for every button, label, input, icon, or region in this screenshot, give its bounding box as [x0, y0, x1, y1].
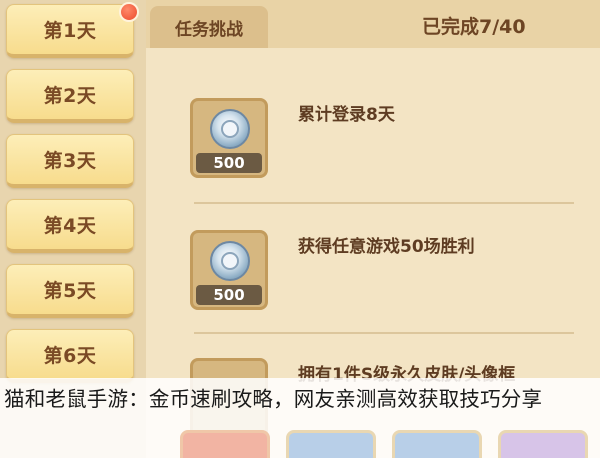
- day-tab-label: 第6天: [43, 345, 97, 367]
- reward-amount: 500: [196, 153, 262, 173]
- task-row: 500 累计登录8天: [186, 98, 586, 182]
- tab-label: 任务挑战: [175, 19, 243, 40]
- reward-amount: 500: [196, 285, 262, 305]
- day-tab-6[interactable]: 第6天: [6, 329, 134, 383]
- bottom-tile[interactable]: [498, 430, 588, 458]
- coin-icon: [210, 241, 250, 281]
- bottom-tile[interactable]: [180, 430, 270, 458]
- day-tab-4[interactable]: 第4天: [6, 199, 134, 253]
- day-tab-label: 第4天: [43, 215, 97, 237]
- task-row: 500 获得任意游戏50场胜利: [186, 230, 586, 314]
- day-tab-2[interactable]: 第2天: [6, 69, 134, 123]
- reward-icon[interactable]: 500: [190, 98, 268, 178]
- coin-icon: [210, 109, 250, 149]
- reward-icon[interactable]: 500: [190, 230, 268, 310]
- progress-counter: 已完成7/40: [422, 16, 526, 38]
- bottom-tile[interactable]: [286, 430, 376, 458]
- day-tab-label: 第2天: [43, 85, 97, 107]
- divider: [194, 202, 574, 204]
- day-tab-1[interactable]: 第1天: [6, 4, 134, 58]
- day-tab-3[interactable]: 第3天: [6, 134, 134, 188]
- bottom-tile[interactable]: [392, 430, 482, 458]
- day-tab-5[interactable]: 第5天: [6, 264, 134, 318]
- panel-header: 任务挑战 已完成7/40: [146, 0, 600, 48]
- tab-task-challenge[interactable]: 任务挑战: [150, 6, 268, 48]
- notification-dot: [119, 2, 139, 22]
- day-tab-label: 第5天: [43, 280, 97, 302]
- day-tab-label: 第1天: [43, 20, 97, 42]
- game-screen: 第1天 第2天 第3天 第4天 第5天 第6天 任务挑战 已完成7/40 500…: [0, 0, 600, 458]
- task-label: 获得任意游戏50场胜利: [298, 237, 475, 257]
- divider: [194, 332, 574, 334]
- caption-text: 猫和老鼠手游：金币速刷攻略，网友亲测高效获取技巧分享: [4, 387, 543, 411]
- day-tab-label: 第3天: [43, 150, 97, 172]
- task-label: 累计登录8天: [298, 105, 395, 125]
